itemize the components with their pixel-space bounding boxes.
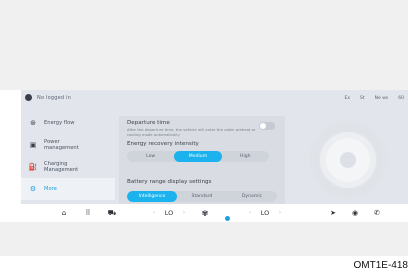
figure-code: OMT1E-418 [353, 260, 408, 271]
battery-range-selector: Intelligence Standard Dynamic [127, 191, 277, 202]
left-temp-up-button[interactable]: › [179, 204, 189, 222]
fan-icon[interactable]: ✾ [197, 204, 213, 222]
sidebar-item-more[interactable]: ⚙ More [21, 178, 115, 200]
battery-range-option-intelligence[interactable]: Intelligence [127, 191, 177, 202]
power-management-icon: ▣ [29, 141, 37, 149]
status-bar: No logged in Ex St Ne ws 60 [21, 90, 408, 110]
apps-grid-icon[interactable]: ⠿ [81, 204, 95, 222]
sidebar-item-label: Power management [44, 139, 79, 151]
energy-recovery-option-low[interactable]: Low [127, 151, 174, 162]
settings-gear-illustration [326, 138, 370, 182]
more-settings-icon: ⚙ [29, 185, 37, 193]
status-indicators: Ex St Ne ws 60 [345, 96, 404, 101]
left-temp-down-button[interactable]: ‹ [149, 204, 159, 222]
bottom-margin [0, 222, 408, 256]
energy-recovery-option-medium[interactable]: Medium [174, 151, 222, 162]
music-icon[interactable]: ◉ [349, 204, 361, 222]
account-name: No logged in [37, 94, 71, 101]
status-indicator: Ne ws [374, 96, 389, 101]
bottom-dock: ⌂ ⠿ ⛟ ‹ LO › ✾ ‹ LO › ➤ ◉ ✆ [21, 204, 408, 222]
sidebar: ⊛ Energy flow ▣ Power management ⛽ Charg… [21, 112, 115, 204]
battery-range-title: Battery range display settings [127, 179, 212, 185]
sidebar-item-label: More [44, 186, 57, 192]
energy-recovery-title: Energy recovery intensity [127, 141, 199, 147]
right-temp-value: LO [260, 209, 270, 217]
energy-flow-icon: ⊛ [30, 119, 36, 127]
sidebar-item-energy-flow[interactable]: ⊛ Energy flow [21, 112, 115, 134]
sidebar-item-label: Charging Management [44, 161, 79, 173]
home-icon[interactable]: ⌂ [57, 204, 71, 222]
navigation-icon[interactable]: ➤ [327, 204, 339, 222]
account-area[interactable]: No logged in [25, 94, 71, 101]
departure-time-description: After the departure time, the vehicle wi… [127, 127, 256, 137]
car-icon[interactable]: ⛟ [105, 204, 119, 222]
battery-range-option-dynamic[interactable]: Dynamic [227, 191, 277, 202]
energy-recovery-option-high[interactable]: High [222, 151, 269, 162]
fan-indicator-dot [225, 216, 230, 221]
settings-panel: Departure time After the departure time,… [119, 116, 285, 208]
status-indicator: St [360, 96, 365, 101]
top-margin [0, 0, 408, 90]
sidebar-item-power-management[interactable]: ▣ Power management [21, 134, 115, 156]
right-temp-down-button[interactable]: ‹ [245, 204, 255, 222]
account-icon [25, 94, 32, 101]
battery-range-option-standard[interactable]: Standard [177, 191, 227, 202]
gear-hole [340, 152, 356, 168]
departure-time-title: Departure time [127, 120, 170, 126]
phone-icon[interactable]: ✆ [371, 204, 383, 222]
toggle-knob [260, 123, 266, 129]
vehicle-display: No logged in Ex St Ne ws 60 ⊛ Energy flo… [21, 90, 408, 222]
energy-recovery-selector: Low Medium High [127, 151, 269, 162]
charging-icon: ⛽ [28, 163, 38, 171]
left-temp-value: LO [164, 209, 174, 217]
status-indicator: 60 [398, 96, 404, 101]
status-indicator: Ex [344, 96, 351, 101]
right-temp-up-button[interactable]: › [275, 204, 285, 222]
sidebar-item-label: Energy flow [44, 120, 75, 126]
departure-time-toggle[interactable] [259, 122, 275, 130]
sidebar-item-charging-management[interactable]: ⛽ Charging Management [21, 156, 115, 178]
